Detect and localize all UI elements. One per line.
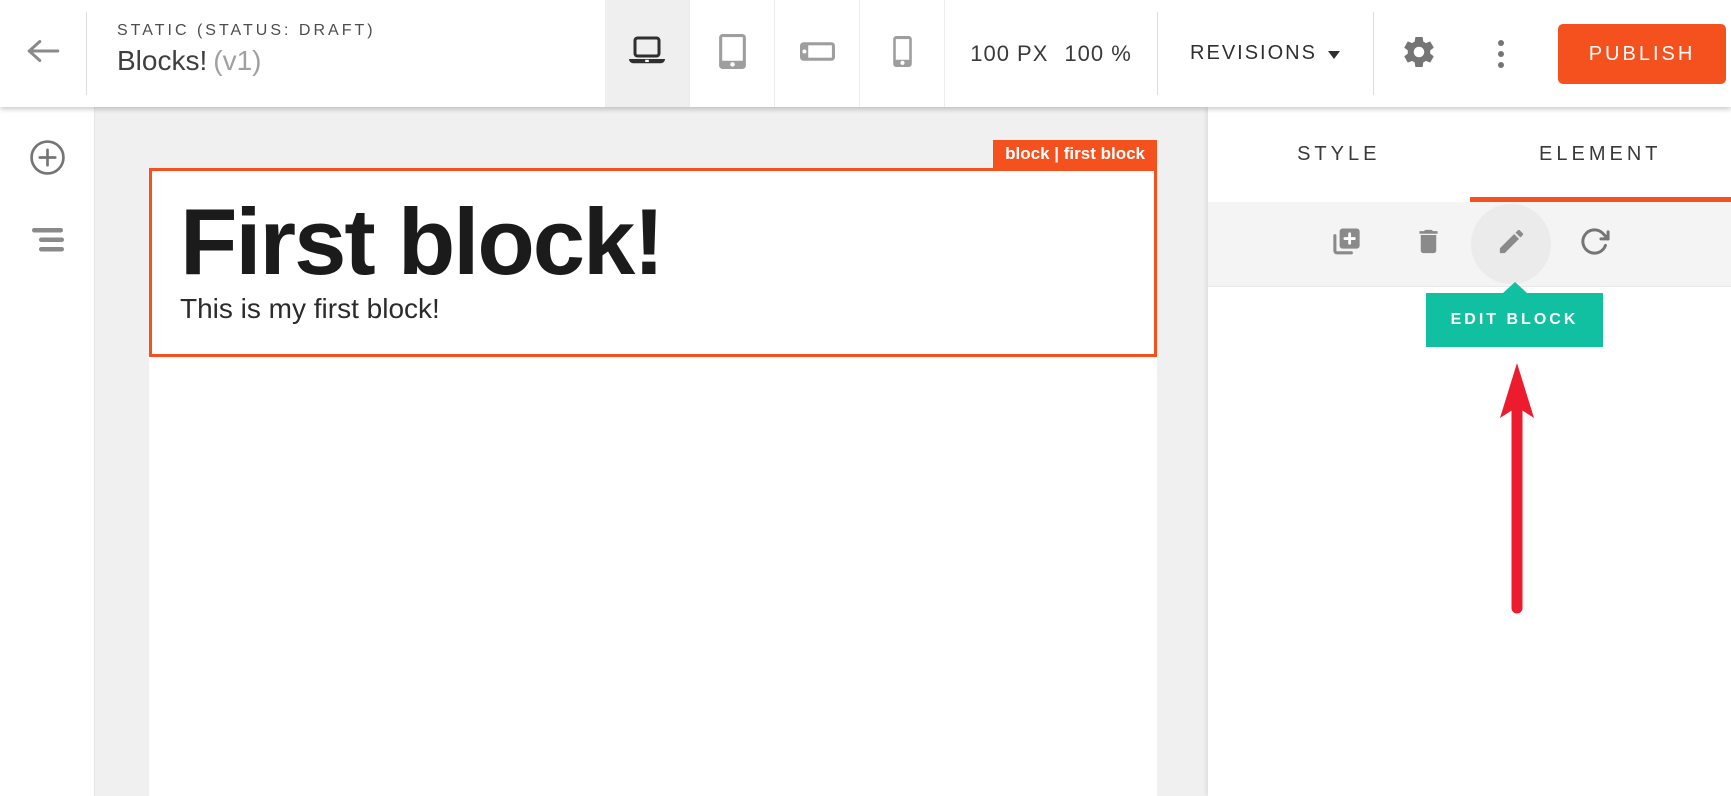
revisions-dropdown[interactable]: REVISIONS — [1157, 0, 1373, 107]
page-preview: block | first block First block! This is… — [149, 168, 1157, 796]
trash-icon — [1413, 226, 1444, 262]
tab-element[interactable]: ELEMENT — [1470, 107, 1731, 202]
top-toolbar: STATIC (STATUS: DRAFT) Blocks!(v1) — [0, 0, 1731, 107]
selected-block[interactable]: First block! This is my first block! — [149, 168, 1157, 357]
panel-tabs: STYLE ELEMENT — [1208, 107, 1731, 202]
chevron-down-icon — [1328, 51, 1340, 59]
annotation-arrow-up — [1493, 359, 1541, 625]
back-button[interactable] — [0, 0, 86, 107]
edit-block-tooltip: EDIT BLOCK — [1426, 293, 1603, 347]
phone-portrait-icon — [893, 36, 912, 72]
add-component-button[interactable] — [0, 133, 95, 187]
device-preview-switcher — [605, 0, 945, 107]
duplicate-icon — [1329, 225, 1362, 263]
device-laptop-button[interactable] — [605, 0, 690, 107]
element-toolbar — [1208, 202, 1731, 287]
laptop-icon — [626, 36, 668, 72]
delete-block-button[interactable] — [1387, 202, 1470, 287]
properties-panel: STYLE ELEMENT — [1208, 107, 1731, 796]
page-version: (v1) — [213, 45, 261, 76]
viewport-metrics: 100 PX 100 % — [945, 0, 1157, 107]
viewport-width-value: 100 PX — [970, 41, 1048, 67]
tablet-icon — [719, 34, 746, 74]
page-header-title: STATIC (STATUS: DRAFT) Blocks!(v1) — [117, 22, 376, 77]
device-phone-portrait-button[interactable] — [860, 0, 945, 107]
kebab-menu-icon — [1498, 40, 1504, 68]
block-selection-tag: block | first block — [993, 140, 1157, 168]
add-circle-icon — [29, 139, 66, 181]
phone-landscape-icon — [800, 42, 835, 66]
viewport-zoom-value: 100 % — [1064, 41, 1131, 67]
left-sidebar — [0, 107, 95, 796]
device-tablet-button[interactable] — [690, 0, 775, 107]
duplicate-block-button[interactable] — [1304, 202, 1387, 287]
refresh-icon — [1579, 226, 1610, 262]
revisions-label: REVISIONS — [1190, 42, 1317, 65]
block-body-text: This is my first block! — [180, 293, 1126, 325]
editor-canvas: block | first block First block! This is… — [95, 107, 1208, 796]
arrow-left-icon — [25, 38, 61, 69]
content-structure-button[interactable] — [0, 215, 95, 269]
header-divider — [1373, 12, 1374, 95]
tab-style[interactable]: STYLE — [1208, 107, 1470, 202]
settings-button[interactable] — [1393, 29, 1445, 79]
pencil-icon — [1496, 226, 1527, 262]
refresh-block-button[interactable] — [1553, 202, 1636, 287]
header-divider — [86, 12, 87, 95]
page-title: Blocks! — [117, 45, 207, 76]
more-options-button[interactable] — [1479, 29, 1523, 79]
publish-button[interactable]: PUBLISH — [1558, 24, 1726, 84]
device-phone-landscape-button[interactable] — [775, 0, 860, 107]
gear-icon — [1401, 34, 1437, 75]
content-lines-icon — [31, 227, 65, 258]
block-heading: First block! — [180, 195, 1126, 289]
page-status-label: STATIC (STATUS: DRAFT) — [117, 22, 376, 40]
edit-block-button[interactable] — [1470, 202, 1553, 287]
